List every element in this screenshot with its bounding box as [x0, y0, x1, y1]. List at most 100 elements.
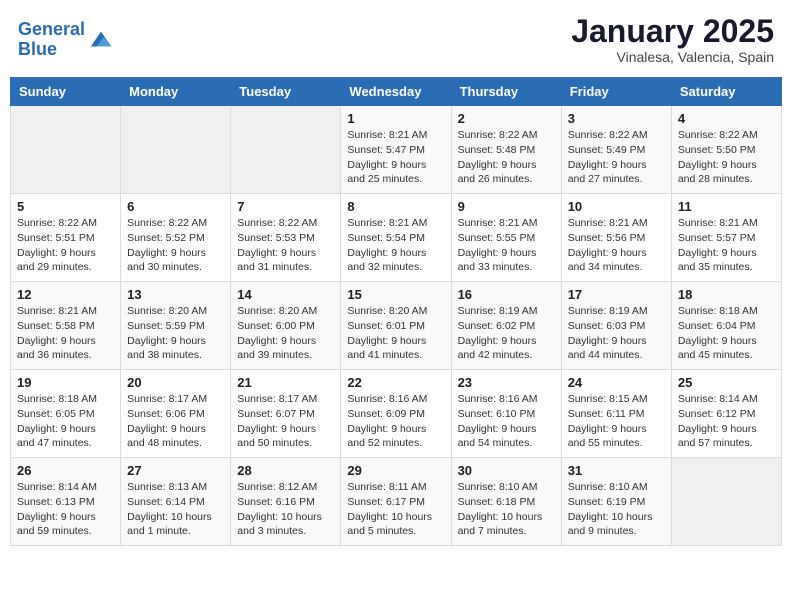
day-info: Sunrise: 8:20 AMSunset: 6:01 PMDaylight:…: [347, 305, 427, 361]
day-number: 20: [127, 375, 224, 390]
day-number: 2: [458, 111, 555, 126]
day-number: 14: [237, 287, 334, 302]
day-cell: 24 Sunrise: 8:15 AMSunset: 6:11 PMDaylig…: [561, 370, 671, 458]
month-title: January 2025: [571, 14, 774, 49]
day-number: 17: [568, 287, 665, 302]
day-number: 5: [17, 199, 114, 214]
day-info: Sunrise: 8:19 AMSunset: 6:02 PMDaylight:…: [458, 305, 538, 361]
day-number: 19: [17, 375, 114, 390]
day-info: Sunrise: 8:17 AMSunset: 6:07 PMDaylight:…: [237, 393, 317, 449]
day-number: 31: [568, 463, 665, 478]
day-cell: 25 Sunrise: 8:14 AMSunset: 6:12 PMDaylig…: [671, 370, 781, 458]
location-subtitle: Vinalesa, Valencia, Spain: [571, 49, 774, 65]
weekday-header-cell: Saturday: [671, 78, 781, 106]
day-cell: 21 Sunrise: 8:17 AMSunset: 6:07 PMDaylig…: [231, 370, 341, 458]
day-cell: 28 Sunrise: 8:12 AMSunset: 6:16 PMDaylig…: [231, 458, 341, 546]
day-cell: 14 Sunrise: 8:20 AMSunset: 6:00 PMDaylig…: [231, 282, 341, 370]
day-number: 12: [17, 287, 114, 302]
day-number: 24: [568, 375, 665, 390]
day-info: Sunrise: 8:22 AMSunset: 5:48 PMDaylight:…: [458, 129, 538, 185]
day-cell: 27 Sunrise: 8:13 AMSunset: 6:14 PMDaylig…: [121, 458, 231, 546]
weekday-header-cell: Tuesday: [231, 78, 341, 106]
week-row: 5 Sunrise: 8:22 AMSunset: 5:51 PMDayligh…: [11, 194, 782, 282]
day-info: Sunrise: 8:20 AMSunset: 5:59 PMDaylight:…: [127, 305, 207, 361]
logo: General Blue: [18, 20, 115, 60]
day-cell: 8 Sunrise: 8:21 AMSunset: 5:54 PMDayligh…: [341, 194, 451, 282]
day-info: Sunrise: 8:11 AMSunset: 6:17 PMDaylight:…: [347, 481, 432, 537]
logo-text: General Blue: [18, 20, 85, 60]
day-info: Sunrise: 8:22 AMSunset: 5:49 PMDaylight:…: [568, 129, 648, 185]
day-number: 4: [678, 111, 775, 126]
day-info: Sunrise: 8:18 AMSunset: 6:05 PMDaylight:…: [17, 393, 97, 449]
day-cell: 20 Sunrise: 8:17 AMSunset: 6:06 PMDaylig…: [121, 370, 231, 458]
day-info: Sunrise: 8:22 AMSunset: 5:51 PMDaylight:…: [17, 217, 97, 273]
week-row: 1 Sunrise: 8:21 AMSunset: 5:47 PMDayligh…: [11, 106, 782, 194]
weekday-header-cell: Sunday: [11, 78, 121, 106]
day-number: 1: [347, 111, 444, 126]
day-number: 18: [678, 287, 775, 302]
day-number: 10: [568, 199, 665, 214]
day-info: Sunrise: 8:19 AMSunset: 6:03 PMDaylight:…: [568, 305, 648, 361]
day-number: 16: [458, 287, 555, 302]
day-number: 8: [347, 199, 444, 214]
day-info: Sunrise: 8:22 AMSunset: 5:50 PMDaylight:…: [678, 129, 758, 185]
day-cell: 7 Sunrise: 8:22 AMSunset: 5:53 PMDayligh…: [231, 194, 341, 282]
calendar-table: SundayMondayTuesdayWednesdayThursdayFrid…: [10, 77, 782, 546]
day-cell: 23 Sunrise: 8:16 AMSunset: 6:10 PMDaylig…: [451, 370, 561, 458]
day-info: Sunrise: 8:21 AMSunset: 5:58 PMDaylight:…: [17, 305, 97, 361]
day-number: 21: [237, 375, 334, 390]
day-number: 7: [237, 199, 334, 214]
weekday-header-cell: Friday: [561, 78, 671, 106]
weekday-header-cell: Wednesday: [341, 78, 451, 106]
day-cell: 17 Sunrise: 8:19 AMSunset: 6:03 PMDaylig…: [561, 282, 671, 370]
title-block: January 2025 Vinalesa, Valencia, Spain: [571, 14, 774, 65]
day-info: Sunrise: 8:14 AMSunset: 6:12 PMDaylight:…: [678, 393, 758, 449]
day-cell: 2 Sunrise: 8:22 AMSunset: 5:48 PMDayligh…: [451, 106, 561, 194]
day-number: 29: [347, 463, 444, 478]
day-cell: 5 Sunrise: 8:22 AMSunset: 5:51 PMDayligh…: [11, 194, 121, 282]
day-cell: 18 Sunrise: 8:18 AMSunset: 6:04 PMDaylig…: [671, 282, 781, 370]
day-info: Sunrise: 8:21 AMSunset: 5:55 PMDaylight:…: [458, 217, 538, 273]
day-info: Sunrise: 8:13 AMSunset: 6:14 PMDaylight:…: [127, 481, 212, 537]
logo-icon: [87, 26, 115, 54]
day-number: 15: [347, 287, 444, 302]
day-info: Sunrise: 8:14 AMSunset: 6:13 PMDaylight:…: [17, 481, 97, 537]
day-number: 27: [127, 463, 224, 478]
day-cell: 31 Sunrise: 8:10 AMSunset: 6:19 PMDaylig…: [561, 458, 671, 546]
day-info: Sunrise: 8:12 AMSunset: 6:16 PMDaylight:…: [237, 481, 322, 537]
day-info: Sunrise: 8:20 AMSunset: 6:00 PMDaylight:…: [237, 305, 317, 361]
day-number: 11: [678, 199, 775, 214]
weekday-header-cell: Monday: [121, 78, 231, 106]
day-number: 22: [347, 375, 444, 390]
day-cell: 26 Sunrise: 8:14 AMSunset: 6:13 PMDaylig…: [11, 458, 121, 546]
day-info: Sunrise: 8:21 AMSunset: 5:57 PMDaylight:…: [678, 217, 758, 273]
day-info: Sunrise: 8:21 AMSunset: 5:56 PMDaylight:…: [568, 217, 648, 273]
day-cell: 13 Sunrise: 8:20 AMSunset: 5:59 PMDaylig…: [121, 282, 231, 370]
page-header: General Blue January 2025 Vinalesa, Vale…: [10, 10, 782, 69]
week-row: 26 Sunrise: 8:14 AMSunset: 6:13 PMDaylig…: [11, 458, 782, 546]
day-info: Sunrise: 8:18 AMSunset: 6:04 PMDaylight:…: [678, 305, 758, 361]
day-number: 13: [127, 287, 224, 302]
day-cell: 12 Sunrise: 8:21 AMSunset: 5:58 PMDaylig…: [11, 282, 121, 370]
day-info: Sunrise: 8:10 AMSunset: 6:19 PMDaylight:…: [568, 481, 653, 537]
weekday-header-cell: Thursday: [451, 78, 561, 106]
day-cell: 9 Sunrise: 8:21 AMSunset: 5:55 PMDayligh…: [451, 194, 561, 282]
day-cell: 1 Sunrise: 8:21 AMSunset: 5:47 PMDayligh…: [341, 106, 451, 194]
day-number: 6: [127, 199, 224, 214]
day-cell: 10 Sunrise: 8:21 AMSunset: 5:56 PMDaylig…: [561, 194, 671, 282]
day-cell: 30 Sunrise: 8:10 AMSunset: 6:18 PMDaylig…: [451, 458, 561, 546]
week-row: 12 Sunrise: 8:21 AMSunset: 5:58 PMDaylig…: [11, 282, 782, 370]
day-info: Sunrise: 8:21 AMSunset: 5:54 PMDaylight:…: [347, 217, 427, 273]
day-cell: 6 Sunrise: 8:22 AMSunset: 5:52 PMDayligh…: [121, 194, 231, 282]
day-number: 30: [458, 463, 555, 478]
day-cell: 29 Sunrise: 8:11 AMSunset: 6:17 PMDaylig…: [341, 458, 451, 546]
day-cell: 3 Sunrise: 8:22 AMSunset: 5:49 PMDayligh…: [561, 106, 671, 194]
weekday-header-row: SundayMondayTuesdayWednesdayThursdayFrid…: [11, 78, 782, 106]
day-number: 9: [458, 199, 555, 214]
day-info: Sunrise: 8:16 AMSunset: 6:09 PMDaylight:…: [347, 393, 427, 449]
day-info: Sunrise: 8:16 AMSunset: 6:10 PMDaylight:…: [458, 393, 538, 449]
day-cell: [121, 106, 231, 194]
day-number: 28: [237, 463, 334, 478]
day-cell: [671, 458, 781, 546]
day-cell: 22 Sunrise: 8:16 AMSunset: 6:09 PMDaylig…: [341, 370, 451, 458]
